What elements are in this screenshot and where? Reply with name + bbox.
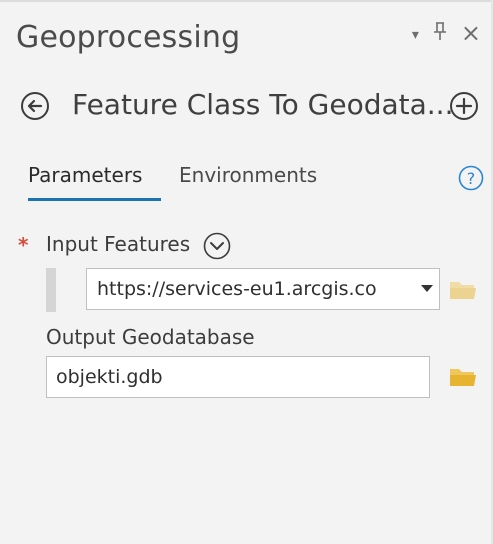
tool-header: Feature Class To Geodata... xyxy=(0,84,493,128)
tool-title: Feature Class To Geodata... xyxy=(72,88,454,121)
active-tab-indicator xyxy=(28,198,161,201)
back-arrow-icon[interactable] xyxy=(20,91,50,121)
help-icon[interactable]: ? xyxy=(458,165,484,191)
pane-title: Geoprocessing xyxy=(16,20,241,55)
input-features-value: https://services-eu1.arcgis.co xyxy=(97,278,377,300)
required-marker: * xyxy=(18,233,29,257)
folder-icon[interactable] xyxy=(448,278,478,302)
input-features-select[interactable]: https://services-eu1.arcgis.co xyxy=(86,268,440,310)
tab-parameters[interactable]: Parameters xyxy=(28,163,142,187)
pane-top-border xyxy=(0,0,493,2)
pane-controls: ▾ × xyxy=(412,20,481,46)
svg-text:?: ? xyxy=(467,169,476,188)
add-icon[interactable] xyxy=(449,91,479,121)
tab-environments[interactable]: Environments xyxy=(179,163,317,187)
output-geodatabase-label: Output Geodatabase xyxy=(46,325,255,349)
expand-chevron-icon[interactable] xyxy=(203,232,231,260)
input-features-label: Input Features xyxy=(46,232,191,256)
output-geodatabase-value: objekti.gdb xyxy=(56,366,163,388)
output-geodatabase-input[interactable]: objekti.gdb xyxy=(46,356,430,398)
dropdown-arrow-icon[interactable] xyxy=(421,285,433,292)
close-icon[interactable]: × xyxy=(461,21,481,45)
pin-icon[interactable] xyxy=(433,21,447,45)
browse-folder-icon[interactable] xyxy=(448,365,478,389)
input-row-marker xyxy=(46,268,56,312)
pane-options-dropdown-icon[interactable]: ▾ xyxy=(412,24,419,46)
